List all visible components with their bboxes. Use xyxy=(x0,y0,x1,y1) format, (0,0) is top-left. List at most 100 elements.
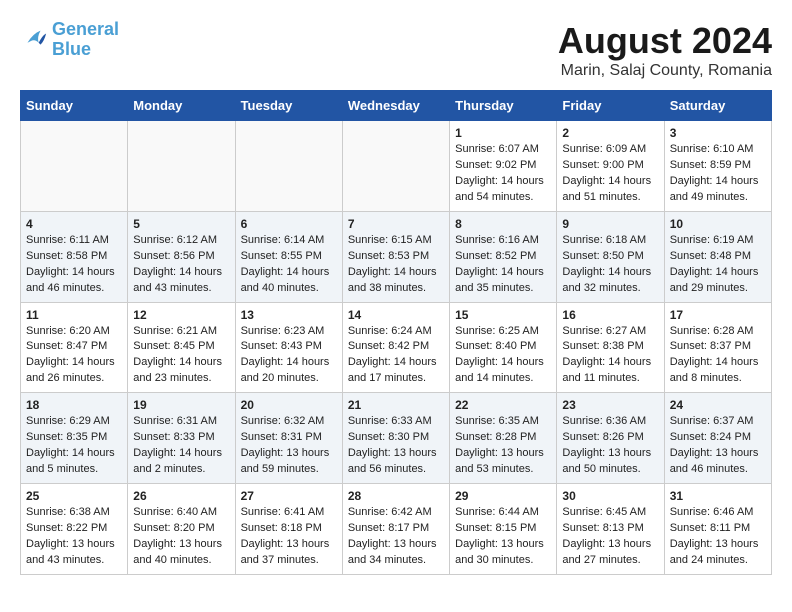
day-info: Sunrise: 6:19 AM Sunset: 8:48 PM Dayligh… xyxy=(670,233,766,297)
logo-name: General Blue xyxy=(52,20,119,60)
day-number: 18 xyxy=(26,398,122,412)
day-number: 3 xyxy=(670,126,766,140)
calendar-cell: 26 Sunrise: 6:40 AM Sunset: 8:20 PM Dayli… xyxy=(128,484,235,575)
day-number: 22 xyxy=(455,398,551,412)
day-info: Sunrise: 6:09 AM Sunset: 9:00 PM Dayligh… xyxy=(562,142,658,206)
calendar-cell: 24 Sunrise: 6:37 AM Sunset: 8:24 PM Dayli… xyxy=(664,393,771,484)
calendar-week-row: 4 Sunrise: 6:11 AM Sunset: 8:58 PM Daylig… xyxy=(21,211,772,302)
day-info: Sunrise: 6:29 AM Sunset: 8:35 PM Dayligh… xyxy=(26,414,122,478)
day-number: 23 xyxy=(562,398,658,412)
calendar-week-row: 18 Sunrise: 6:29 AM Sunset: 8:35 PM Dayli… xyxy=(21,393,772,484)
day-number: 7 xyxy=(348,217,444,231)
page-title: August 2024 xyxy=(558,20,772,62)
logo: General Blue xyxy=(20,20,119,60)
day-info: Sunrise: 6:10 AM Sunset: 8:59 PM Dayligh… xyxy=(670,142,766,206)
header-monday: Monday xyxy=(128,91,235,121)
day-info: Sunrise: 6:25 AM Sunset: 8:40 PM Dayligh… xyxy=(455,324,551,388)
day-info: Sunrise: 6:11 AM Sunset: 8:58 PM Dayligh… xyxy=(26,233,122,297)
day-info: Sunrise: 6:46 AM Sunset: 8:11 PM Dayligh… xyxy=(670,505,766,569)
calendar-cell: 13Sunrise: 6:23 AM Sunset: 8:43 PM Dayli… xyxy=(235,302,342,393)
calendar-cell xyxy=(128,121,235,212)
day-info: Sunrise: 6:33 AM Sunset: 8:30 PM Dayligh… xyxy=(348,414,444,478)
day-info: Sunrise: 6:40 AM Sunset: 8:20 PM Dayligh… xyxy=(133,505,229,569)
header-wednesday: Wednesday xyxy=(342,91,449,121)
header-sunday: Sunday xyxy=(21,91,128,121)
day-number: 17 xyxy=(670,308,766,322)
day-info: Sunrise: 6:35 AM Sunset: 8:28 PM Dayligh… xyxy=(455,414,551,478)
calendar-header-row: SundayMondayTuesdayWednesdayThursdayFrid… xyxy=(21,91,772,121)
calendar-cell xyxy=(342,121,449,212)
day-number: 8 xyxy=(455,217,551,231)
day-number: 6 xyxy=(241,217,337,231)
calendar-cell: 8 Sunrise: 6:16 AM Sunset: 8:52 PM Daylig… xyxy=(450,211,557,302)
page-subtitle: Marin, Salaj County, Romania xyxy=(558,62,772,80)
calendar-cell: 16Sunrise: 6:27 AM Sunset: 8:38 PM Dayli… xyxy=(557,302,664,393)
calendar-cell: 22 Sunrise: 6:35 AM Sunset: 8:28 PM Dayli… xyxy=(450,393,557,484)
calendar-cell: 18 Sunrise: 6:29 AM Sunset: 8:35 PM Dayli… xyxy=(21,393,128,484)
calendar-cell: 20 Sunrise: 6:32 AM Sunset: 8:31 PM Dayli… xyxy=(235,393,342,484)
calendar-cell: 5Sunrise: 6:12 AM Sunset: 8:56 PM Daylig… xyxy=(128,211,235,302)
day-number: 28 xyxy=(348,489,444,503)
logo-icon xyxy=(20,26,48,54)
day-info: Sunrise: 6:27 AM Sunset: 8:38 PM Dayligh… xyxy=(562,324,658,388)
day-info: Sunrise: 6:24 AM Sunset: 8:42 PM Dayligh… xyxy=(348,324,444,388)
day-number: 10 xyxy=(670,217,766,231)
day-number: 2 xyxy=(562,126,658,140)
day-number: 21 xyxy=(348,398,444,412)
calendar-week-row: 25 Sunrise: 6:38 AM Sunset: 8:22 PM Dayli… xyxy=(21,484,772,575)
calendar-table: SundayMondayTuesdayWednesdayThursdayFrid… xyxy=(20,90,772,575)
calendar-cell: 15Sunrise: 6:25 AM Sunset: 8:40 PM Dayli… xyxy=(450,302,557,393)
calendar-week-row: 11 Sunrise: 6:20 AM Sunset: 8:47 PM Dayli… xyxy=(21,302,772,393)
day-info: Sunrise: 6:38 AM Sunset: 8:22 PM Dayligh… xyxy=(26,505,122,569)
day-info: Sunrise: 6:23 AM Sunset: 8:43 PM Dayligh… xyxy=(241,324,337,388)
calendar-cell: 14Sunrise: 6:24 AM Sunset: 8:42 PM Dayli… xyxy=(342,302,449,393)
day-number: 19 xyxy=(133,398,229,412)
day-number: 24 xyxy=(670,398,766,412)
calendar-cell: 29 Sunrise: 6:44 AM Sunset: 8:15 PM Dayli… xyxy=(450,484,557,575)
day-info: Sunrise: 6:42 AM Sunset: 8:17 PM Dayligh… xyxy=(348,505,444,569)
day-number: 20 xyxy=(241,398,337,412)
calendar-cell: 17Sunrise: 6:28 AM Sunset: 8:37 PM Dayli… xyxy=(664,302,771,393)
day-info: Sunrise: 6:37 AM Sunset: 8:24 PM Dayligh… xyxy=(670,414,766,478)
day-number: 25 xyxy=(26,489,122,503)
day-info: Sunrise: 6:18 AM Sunset: 8:50 PM Dayligh… xyxy=(562,233,658,297)
calendar-cell: 10 Sunrise: 6:19 AM Sunset: 8:48 PM Dayli… xyxy=(664,211,771,302)
day-info: Sunrise: 6:31 AM Sunset: 8:33 PM Dayligh… xyxy=(133,414,229,478)
day-number: 31 xyxy=(670,489,766,503)
day-info: Sunrise: 6:41 AM Sunset: 8:18 PM Dayligh… xyxy=(241,505,337,569)
day-number: 11 xyxy=(26,308,122,322)
calendar-cell xyxy=(235,121,342,212)
calendar-cell: 4 Sunrise: 6:11 AM Sunset: 8:58 PM Daylig… xyxy=(21,211,128,302)
day-info: Sunrise: 6:36 AM Sunset: 8:26 PM Dayligh… xyxy=(562,414,658,478)
day-info: Sunrise: 6:12 AM Sunset: 8:56 PM Dayligh… xyxy=(133,233,229,297)
calendar-cell: 9Sunrise: 6:18 AM Sunset: 8:50 PM Daylig… xyxy=(557,211,664,302)
calendar-cell: 27Sunrise: 6:41 AM Sunset: 8:18 PM Dayli… xyxy=(235,484,342,575)
calendar-cell: 12 Sunrise: 6:21 AM Sunset: 8:45 PM Dayli… xyxy=(128,302,235,393)
day-info: Sunrise: 6:14 AM Sunset: 8:55 PM Dayligh… xyxy=(241,233,337,297)
calendar-cell: 25 Sunrise: 6:38 AM Sunset: 8:22 PM Dayli… xyxy=(21,484,128,575)
calendar-cell: 21 Sunrise: 6:33 AM Sunset: 8:30 PM Dayli… xyxy=(342,393,449,484)
calendar-cell: 23 Sunrise: 6:36 AM Sunset: 8:26 PM Dayli… xyxy=(557,393,664,484)
day-info: Sunrise: 6:15 AM Sunset: 8:53 PM Dayligh… xyxy=(348,233,444,297)
header-tuesday: Tuesday xyxy=(235,91,342,121)
day-number: 4 xyxy=(26,217,122,231)
day-info: Sunrise: 6:32 AM Sunset: 8:31 PM Dayligh… xyxy=(241,414,337,478)
calendar-cell: 28 Sunrise: 6:42 AM Sunset: 8:17 PM Dayli… xyxy=(342,484,449,575)
calendar-cell: 31 Sunrise: 6:46 AM Sunset: 8:11 PM Dayli… xyxy=(664,484,771,575)
header-saturday: Saturday xyxy=(664,91,771,121)
calendar-week-row: 1Sunrise: 6:07 AM Sunset: 9:02 PM Daylig… xyxy=(21,121,772,212)
day-info: Sunrise: 6:20 AM Sunset: 8:47 PM Dayligh… xyxy=(26,324,122,388)
day-info: Sunrise: 6:21 AM Sunset: 8:45 PM Dayligh… xyxy=(133,324,229,388)
day-info: Sunrise: 6:16 AM Sunset: 8:52 PM Dayligh… xyxy=(455,233,551,297)
day-number: 26 xyxy=(133,489,229,503)
day-number: 29 xyxy=(455,489,551,503)
day-info: Sunrise: 6:45 AM Sunset: 8:13 PM Dayligh… xyxy=(562,505,658,569)
calendar-cell: 2 Sunrise: 6:09 AM Sunset: 9:00 PM Daylig… xyxy=(557,121,664,212)
calendar-cell: 1Sunrise: 6:07 AM Sunset: 9:02 PM Daylig… xyxy=(450,121,557,212)
day-number: 30 xyxy=(562,489,658,503)
calendar-cell: 11 Sunrise: 6:20 AM Sunset: 8:47 PM Dayli… xyxy=(21,302,128,393)
calendar-cell xyxy=(21,121,128,212)
title-section: August 2024 Marin, Salaj County, Romania xyxy=(558,20,772,80)
day-number: 12 xyxy=(133,308,229,322)
day-info: Sunrise: 6:44 AM Sunset: 8:15 PM Dayligh… xyxy=(455,505,551,569)
